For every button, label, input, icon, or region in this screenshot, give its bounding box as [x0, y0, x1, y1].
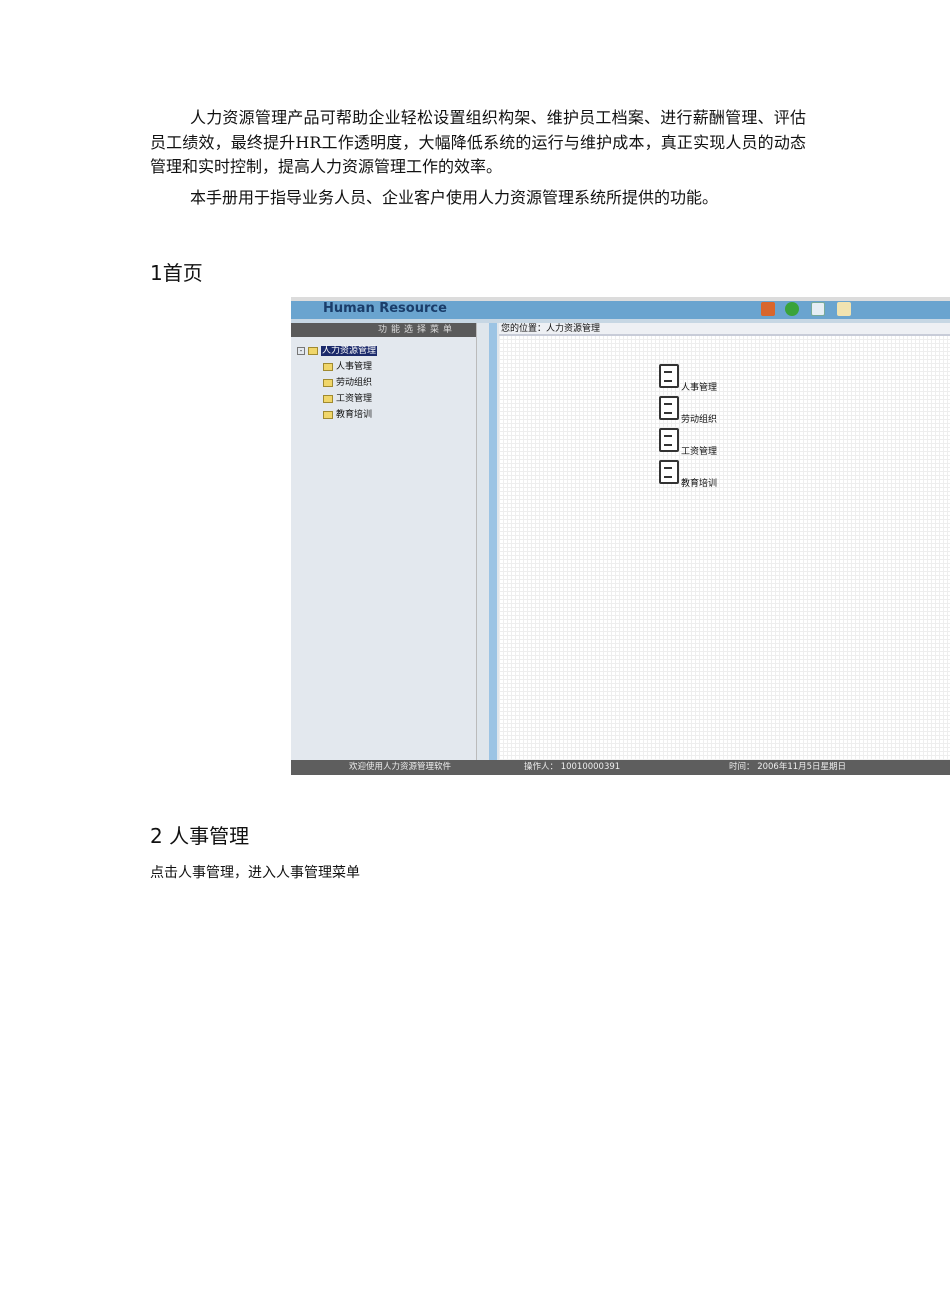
folder-icon: [308, 346, 318, 355]
time-text: 时间： 2006年11月5日星期日: [729, 762, 847, 772]
folder-icon: [323, 410, 333, 419]
intro-paragraph-2: 本手册用于指导业务人员、企业客户使用人力资源管理系统所提供的功能。: [190, 188, 719, 207]
document-icon[interactable]: [659, 396, 679, 420]
home-icon[interactable]: [761, 302, 775, 316]
tree-item[interactable]: 教育培训: [323, 407, 372, 420]
document-icon[interactable]: [659, 428, 679, 452]
folder-icon[interactable]: [837, 302, 851, 316]
section-heading-2: 2 人事管理: [150, 824, 250, 848]
tree-item[interactable]: 劳动组织: [323, 375, 372, 388]
app-header: Human Resource: [291, 297, 950, 323]
document-icon[interactable]: [659, 460, 679, 484]
tree-item-label: 工资管理: [336, 394, 373, 404]
folder-icon: [323, 362, 333, 371]
tree-root-label: 人力资源管理: [321, 346, 378, 356]
refresh-icon[interactable]: [811, 302, 825, 316]
module-link[interactable]: 工资管理: [681, 444, 717, 457]
status-bar: 欢迎使用人力资源管理软件 操作人： 10010000391 时间： 2006年1…: [291, 760, 950, 775]
app-screenshot: Human Resource 功能选择菜单 - 人力资源管理 人事管理 劳动组织 …: [291, 297, 950, 775]
collapse-bar[interactable]: [489, 323, 497, 760]
back-icon[interactable]: [785, 302, 799, 316]
tree-root[interactable]: - 人力资源管理: [297, 343, 378, 356]
left-panel: 功能选择菜单 - 人力资源管理 人事管理 劳动组织 工资管理 教育培训: [291, 323, 477, 775]
module-link[interactable]: 劳动组织: [681, 412, 717, 425]
intro-paragraph: 人力资源管理产品可帮助企业轻松设置组织构架、维护员工档案、进行薪酬管理、评估员工…: [150, 108, 806, 176]
tree-item-label: 人事管理: [336, 362, 373, 372]
folder-icon: [323, 394, 333, 403]
location-breadcrumb: 您的位置：人力资源管理: [499, 323, 950, 336]
collapse-icon[interactable]: -: [297, 347, 305, 355]
module-link[interactable]: 教育培训: [681, 476, 717, 489]
tree-item[interactable]: 工资管理: [323, 391, 372, 404]
document-icon[interactable]: [659, 364, 679, 388]
welcome-text: 欢迎使用人力资源管理软件: [349, 762, 452, 772]
tree-item-label: 劳动组织: [336, 378, 373, 388]
tree-item[interactable]: 人事管理: [323, 359, 372, 372]
section-description: 点击人事管理，进入人事管理菜单: [150, 865, 360, 881]
section-heading-1: 1首页: [150, 261, 203, 285]
operator-text: 操作人： 10010000391: [524, 762, 621, 772]
module-link[interactable]: 人事管理: [681, 380, 717, 393]
tree-item-label: 教育培训: [336, 410, 373, 420]
app-logo: Human Resource: [323, 301, 447, 316]
main-area: [499, 323, 950, 760]
menu-title: 功能选择菜单: [291, 323, 476, 337]
folder-icon: [323, 378, 333, 387]
